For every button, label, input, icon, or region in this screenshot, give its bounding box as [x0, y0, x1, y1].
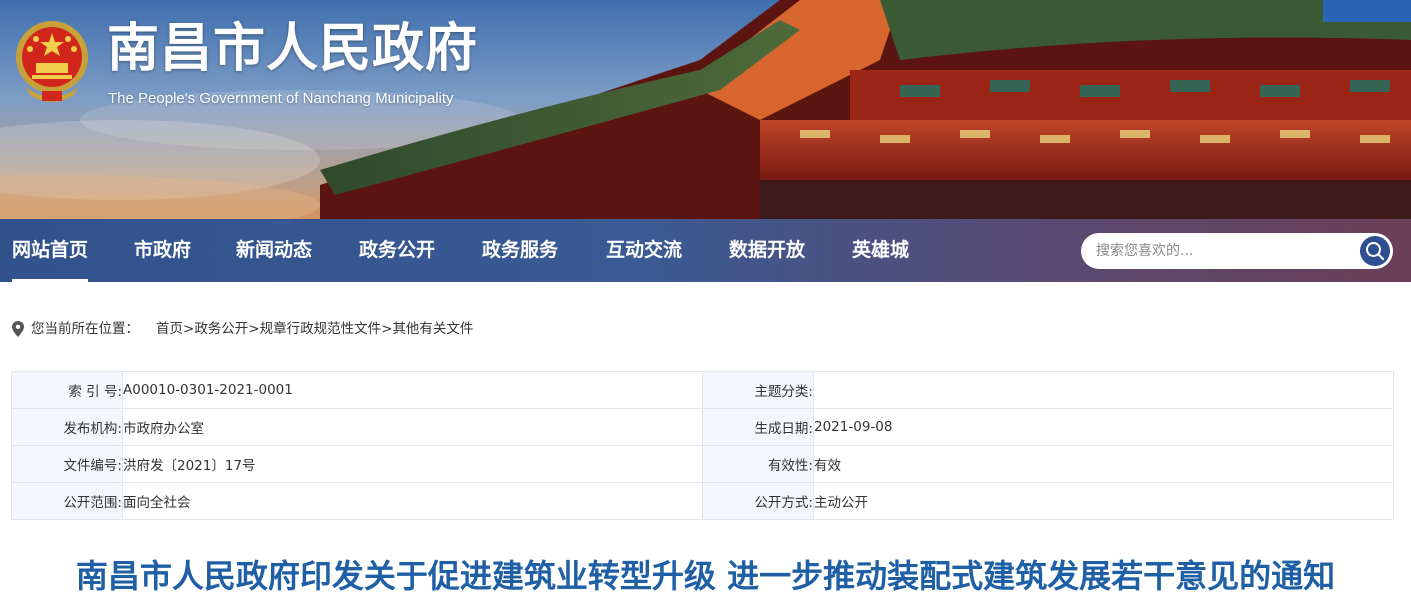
breadcrumb-other-documents[interactable]: 其他有关文件: [392, 321, 473, 337]
info-key-validity: 有效性:: [702, 445, 814, 483]
breadcrumb: 首页>政务公开>规章行政规范性文件>其他有关文件: [156, 319, 473, 339]
table-row: 发布机构: 市政府办公室 生成日期: 2021-09-08: [11, 408, 1394, 446]
national-emblem-icon: [16, 21, 88, 102]
location-pin-icon: [12, 321, 24, 337]
info-value-date: 2021-09-08: [813, 408, 1394, 446]
info-value-topic: [813, 371, 1394, 409]
info-value-disclosure-method: 主动公开: [813, 482, 1394, 520]
info-value-doc-number: 洪府发〔2021〕17号: [122, 445, 703, 483]
info-key-doc-number: 文件编号:: [11, 445, 123, 483]
breadcrumb-government-affairs[interactable]: 政务公开: [194, 321, 248, 337]
document-info-table: 索 引 号: A00010-0301-2021-0001 主题分类: 发布机构:…: [11, 371, 1394, 520]
table-row: 文件编号: 洪府发〔2021〕17号 有效性: 有效: [11, 445, 1394, 483]
header-banner: 南昌市人民政府 The People's Government of Nanch…: [0, 0, 1411, 219]
info-key-disclosure-method: 公开方式:: [702, 482, 814, 520]
search-input[interactable]: [1096, 237, 1346, 265]
table-row: 索 引 号: A00010-0301-2021-0001 主题分类:: [11, 371, 1394, 409]
info-key-index-number: 索 引 号:: [11, 371, 123, 409]
nav-item-interaction[interactable]: 互动交流: [606, 219, 682, 282]
breadcrumb-label: 您当前所在位置：: [31, 321, 139, 337]
nav-item-hero-city[interactable]: 英雄城: [852, 219, 909, 282]
table-row: 公开范围: 面向全社会 公开方式: 主动公开: [11, 482, 1394, 520]
breadcrumb-separator: >: [381, 321, 393, 337]
site-subtitle: The People's Government of Nanchang Muni…: [108, 90, 454, 107]
info-key-publisher: 发布机构:: [11, 408, 123, 446]
corner-tab[interactable]: [1323, 0, 1411, 22]
info-key-topic: 主题分类:: [702, 371, 814, 409]
nav-item-news[interactable]: 新闻动态: [236, 219, 312, 282]
nav-item-government-services[interactable]: 政务服务: [482, 219, 558, 282]
info-value-scope: 面向全社会: [122, 482, 703, 520]
nav-item-home[interactable]: 网站首页: [12, 219, 89, 282]
info-value-validity: 有效: [813, 445, 1394, 483]
search-icon: [1366, 242, 1385, 261]
info-value-index-number: A00010-0301-2021-0001: [122, 371, 703, 409]
nav-item-open-data[interactable]: 数据开放: [729, 219, 805, 282]
info-key-scope: 公开范围:: [11, 482, 123, 520]
info-value-publisher: 市政府办公室: [122, 408, 703, 446]
search-button[interactable]: [1360, 236, 1390, 266]
breadcrumb-separator: >: [248, 321, 260, 337]
nav-item-city-government[interactable]: 市政府: [134, 219, 191, 282]
site-title: 南昌市人民政府: [107, 19, 479, 79]
article-title: 南昌市人民政府印发关于促进建筑业转型升级 进一步推动装配式建筑发展若干意见的通知: [75, 557, 1336, 595]
info-key-date: 生成日期:: [702, 408, 814, 446]
breadcrumb-home[interactable]: 首页: [156, 321, 183, 337]
breadcrumb-regulations[interactable]: 规章行政规范性文件: [260, 321, 382, 337]
nav-item-government-affairs[interactable]: 政务公开: [359, 219, 435, 282]
breadcrumb-separator: >: [183, 321, 195, 337]
